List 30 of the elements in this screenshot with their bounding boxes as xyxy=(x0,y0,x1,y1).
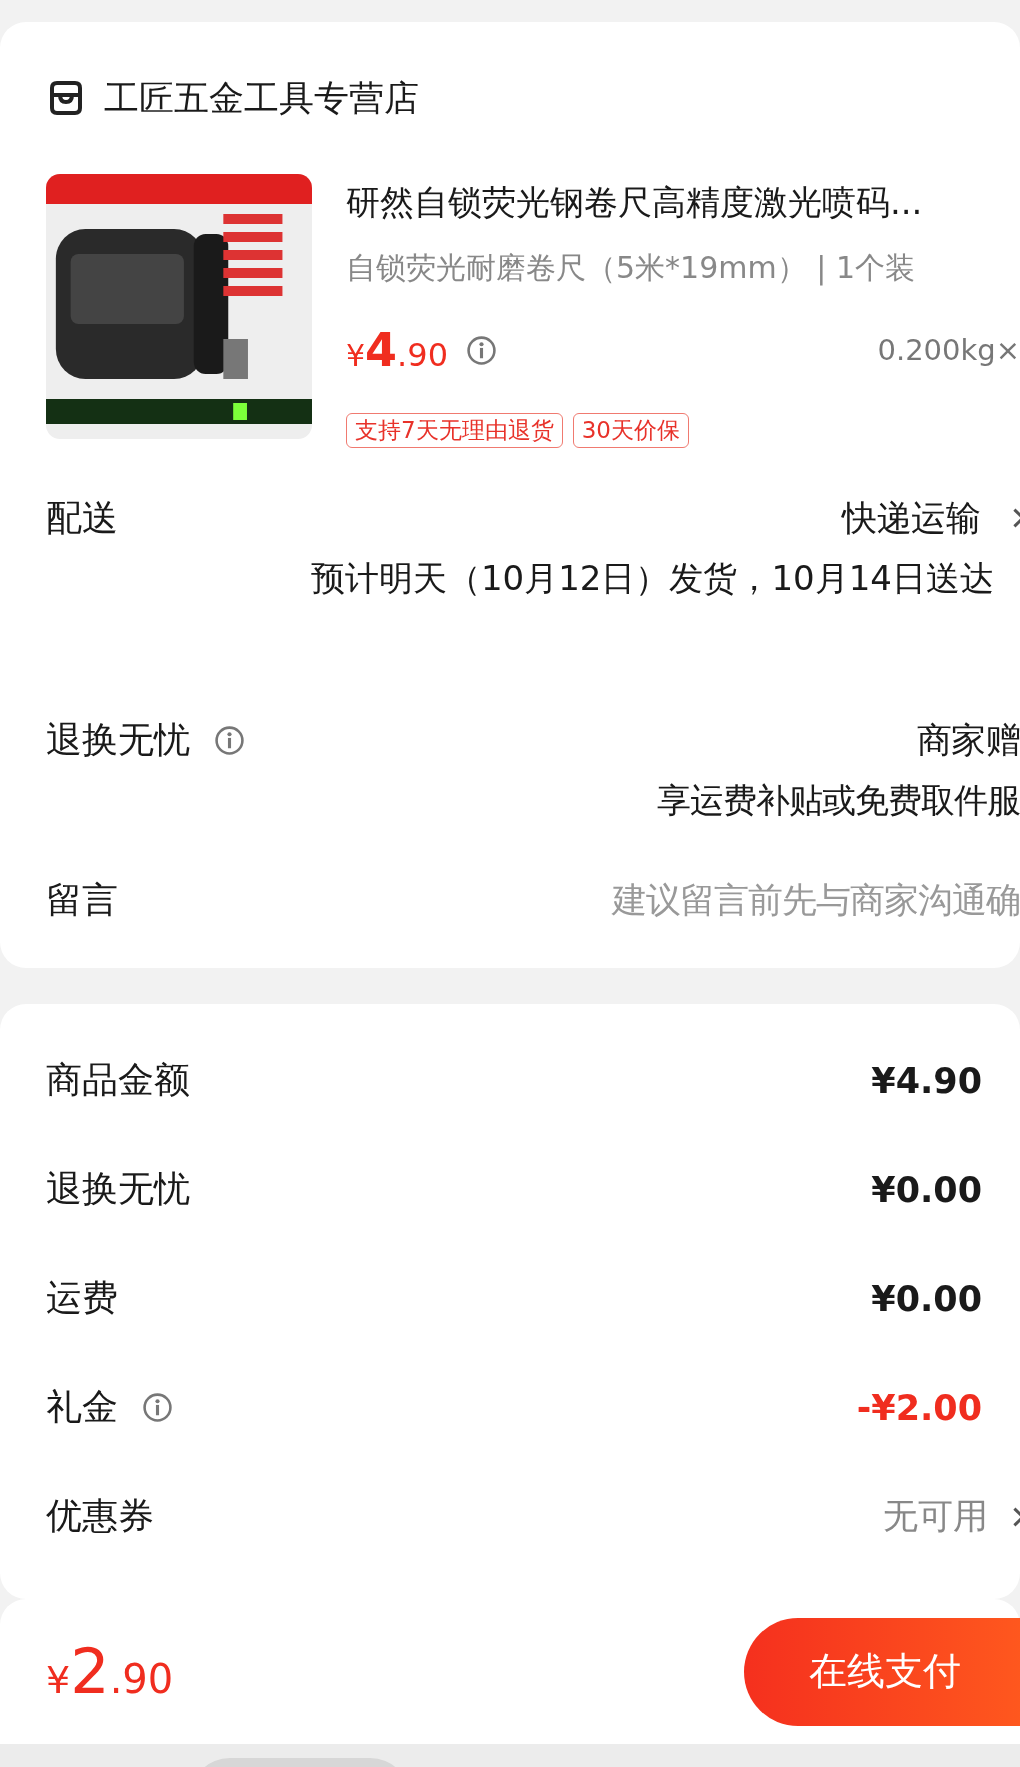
option-value[interactable]: 商家赠 xyxy=(916,716,1020,764)
product-weight: 0.200kg× xyxy=(877,333,1020,367)
summary-label: 礼金 xyxy=(46,1385,118,1429)
summary-value: ¥0.00 xyxy=(871,1278,983,1319)
total-price: ¥2.90 xyxy=(46,1635,174,1708)
summary-label: 退换无忧 xyxy=(46,1167,190,1211)
summary-label: 运费 xyxy=(46,1276,118,1320)
product-spec[interactable]: 自锁荧光耐磨卷尺（5米*19mm） | 1个装 xyxy=(346,248,1020,289)
option-label: 留言 xyxy=(46,877,118,922)
summary-value: -¥2.00 xyxy=(856,1387,983,1428)
option-label: 配送 xyxy=(46,495,118,540)
option-note: 享运费补贴或免费取件服 xyxy=(657,779,1020,822)
product-title[interactable]: 研然自锁荧光钢卷尺高精度激光喷码... xyxy=(346,180,1020,226)
option-value[interactable]: 快递运输 xyxy=(842,494,988,542)
info-icon[interactable] xyxy=(142,1392,173,1423)
service-tag: 30天价保 xyxy=(572,413,689,448)
store-name[interactable]: 工匠五金工具专营店 xyxy=(104,74,419,122)
product-price: ¥4.90 xyxy=(346,323,448,377)
summary-value: ¥4.90 xyxy=(871,1060,983,1101)
option-note: 预计明天（10月12日）发货，10月14日送达 xyxy=(310,557,995,600)
summary-value[interactable]: 无可用 xyxy=(883,1493,988,1540)
info-icon[interactable] xyxy=(214,724,245,756)
summary-label: 优惠券 xyxy=(46,1494,154,1538)
option-label: 退换无忧 xyxy=(46,717,190,762)
summary-label: 商品金额 xyxy=(46,1058,190,1102)
info-icon[interactable] xyxy=(466,334,497,366)
pay-button[interactable]: 在线支付 xyxy=(744,1617,1020,1726)
message-field[interactable]: 建议留言前先与商家沟通确 xyxy=(460,880,1020,920)
service-tag: 支持7天无理由退货 xyxy=(346,413,563,448)
summary-value: ¥0.00 xyxy=(871,1169,983,1210)
